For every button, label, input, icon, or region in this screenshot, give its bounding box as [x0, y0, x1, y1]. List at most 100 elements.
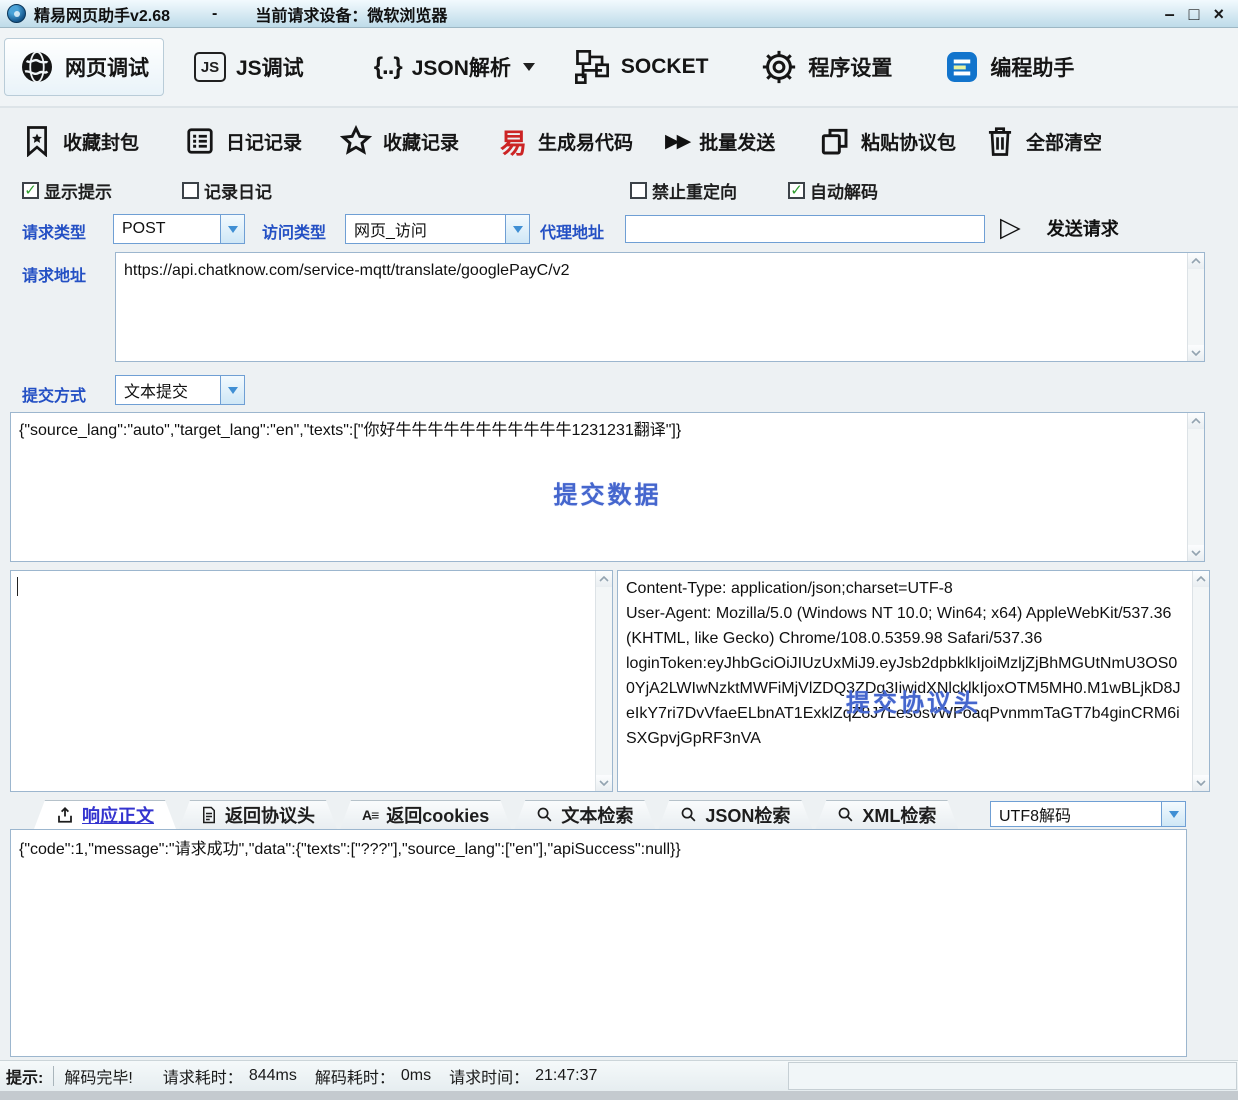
tab-socket-label: SOCKET: [621, 55, 709, 79]
tab-text-search-label: 文本检索: [561, 802, 633, 828]
log-diary-checkbox-icon[interactable]: [182, 182, 199, 199]
access-type-dropdown-icon[interactable]: [505, 215, 529, 243]
tip-label: 提示:: [6, 1064, 43, 1088]
no-redirect-checkbox-icon[interactable]: [630, 182, 647, 199]
response-body-text[interactable]: {"code":1,"message":"请求成功","data":{"text…: [11, 830, 1186, 870]
scroll-down-icon[interactable]: [1193, 775, 1209, 791]
clear-all-button[interactable]: 全部清空: [985, 118, 1102, 164]
dropdown-caret-icon[interactable]: [523, 63, 535, 71]
options-row: ✓ 显示提示 记录日记 禁止重定向 ✓ 自动解码: [0, 178, 1238, 204]
batch-send-button[interactable]: ▶▶ 批量发送: [665, 118, 775, 164]
decode-dropdown-icon[interactable]: [1161, 802, 1185, 826]
tab-xml-search[interactable]: XML检索: [815, 800, 958, 829]
request-headers-input[interactable]: Content-Type: application/json;charset=U…: [618, 571, 1192, 791]
paste-packet-button[interactable]: 粘贴协议包: [818, 118, 956, 164]
submit-data-scrollbar[interactable]: [1187, 413, 1204, 561]
decode-time-label: 解码耗时：: [315, 1064, 395, 1088]
socket-icon: [573, 48, 611, 86]
fav-record-button[interactable]: 收藏记录: [340, 118, 459, 164]
paste-icon: [818, 125, 850, 157]
left-panel-scrollbar[interactable]: [595, 571, 612, 791]
send-play-icon: ▷: [1000, 212, 1021, 243]
left-input-area[interactable]: [11, 571, 595, 791]
diary-log-button[interactable]: 日记记录: [185, 118, 302, 164]
maximize-button[interactable]: □: [1189, 5, 1200, 23]
tab-settings[interactable]: 程序设置: [746, 38, 906, 96]
tab-socket[interactable]: SOCKET: [559, 38, 723, 96]
app-window: 精易网页助手v2.68 - 当前请求设备：微软浏览器 – □ × 网页调试 JS…: [0, 0, 1238, 1100]
star-icon: [340, 125, 372, 157]
tab-return-cookies[interactable]: A≡ 返回cookies: [340, 800, 511, 829]
tab-return-headers[interactable]: 返回协议头: [179, 800, 337, 829]
response-body-box: {"code":1,"message":"请求成功","data":{"text…: [10, 829, 1187, 1057]
checkbox-show-tips[interactable]: ✓ 显示提示: [22, 178, 112, 203]
response-tab-bar: 响应正文 返回协议头 A≡ 返回cookies 文本检索: [10, 799, 1210, 829]
toolbar: 收藏封包 日记记录 收藏记录 易 生成易代码 ▶▶ 批量发送: [0, 112, 1238, 170]
status-divider: [53, 1066, 54, 1086]
scroll-down-icon[interactable]: [596, 775, 612, 791]
tab-js-debug-label: JS调试: [236, 52, 304, 82]
send-request-label: 发送请求: [1047, 215, 1119, 241]
list-icon: [185, 126, 215, 156]
tab-js-debug[interactable]: JS JS调试: [180, 38, 318, 96]
request-url-input[interactable]: https://api.chatknow.com/service-mqtt/tr…: [116, 253, 1187, 361]
submit-data-box: {"source_lang":"auto","target_lang":"en"…: [10, 412, 1205, 562]
request-type-value: POST: [114, 220, 220, 238]
request-type-select[interactable]: POST: [113, 214, 245, 244]
request-url-label: 请求地址: [22, 262, 86, 286]
show-tips-checkbox-icon[interactable]: ✓: [22, 182, 39, 199]
tab-coding-assistant[interactable]: 编程助手: [930, 38, 1088, 96]
tab-json-search[interactable]: JSON检索: [658, 800, 812, 829]
minimize-button[interactable]: –: [1165, 5, 1175, 23]
decode-mode-select[interactable]: UTF8解码: [990, 801, 1186, 827]
send-request-button[interactable]: ▷ 发送请求: [1000, 212, 1119, 243]
fav-packet-button[interactable]: 收藏封包: [22, 118, 139, 164]
submit-method-dropdown-icon[interactable]: [220, 376, 244, 404]
decode-mode-value: UTF8解码: [991, 802, 1161, 826]
titlebar: 精易网页助手v2.68 - 当前请求设备：微软浏览器 – □ ×: [0, 0, 1238, 28]
headers-scrollbar[interactable]: [1192, 571, 1209, 791]
text-caret: [17, 577, 18, 596]
tab-json-parse-label: JSON解析: [412, 52, 511, 82]
request-time-value: 844ms: [249, 1067, 297, 1085]
close-button[interactable]: ×: [1213, 5, 1224, 23]
request-clock-label: 请求时间：: [449, 1064, 529, 1088]
gen-ecode-label: 生成易代码: [538, 128, 633, 155]
submit-data-input[interactable]: {"source_lang":"auto","target_lang":"en"…: [11, 413, 1187, 561]
paste-packet-label: 粘贴协议包: [861, 128, 956, 155]
auto-decode-checkbox-icon[interactable]: ✓: [788, 182, 805, 199]
submit-method-select[interactable]: 文本提交: [115, 375, 245, 405]
gear-icon: [760, 48, 798, 86]
tab-web-debug[interactable]: 网页调试: [4, 38, 164, 96]
scroll-down-icon[interactable]: [1188, 345, 1204, 361]
request-type-label: 请求类型: [22, 219, 86, 243]
request-type-dropdown-icon[interactable]: [220, 215, 244, 243]
scroll-down-icon[interactable]: [1188, 545, 1204, 561]
gen-ecode-button[interactable]: 易 生成易代码: [500, 118, 633, 164]
status-bar: 提示: 解码完毕! 请求耗时： 844ms 解码耗时： 0ms 请求时间： 21…: [0, 1060, 1238, 1091]
checkbox-auto-decode[interactable]: ✓ 自动解码: [788, 178, 878, 203]
request-headers-box: Content-Type: application/json;charset=U…: [617, 570, 1210, 792]
scroll-up-icon[interactable]: [1188, 253, 1204, 269]
scroll-up-icon[interactable]: [596, 571, 612, 587]
main-tab-bar: 网页调试 JS JS调试 {..} JSON解析 SOCKET: [0, 28, 1238, 108]
log-diary-label: 记录日记: [204, 178, 272, 203]
proxy-label: 代理地址: [540, 219, 604, 243]
url-scrollbar[interactable]: [1187, 253, 1204, 361]
tab-json-parse[interactable]: {..} JSON解析: [360, 38, 549, 96]
fav-record-label: 收藏记录: [383, 128, 459, 155]
tab-text-search[interactable]: 文本检索: [514, 800, 655, 829]
tab-response-body[interactable]: 响应正文: [34, 800, 176, 829]
proxy-input[interactable]: [625, 215, 985, 243]
search-icon: [680, 806, 697, 823]
fav-packet-label: 收藏封包: [63, 128, 139, 155]
checkbox-no-redirect[interactable]: 禁止重定向: [630, 178, 737, 203]
checkbox-log-diary[interactable]: 记录日记: [182, 178, 272, 203]
access-type-select[interactable]: 网页_访问: [345, 214, 530, 244]
status-right-panel: [788, 1062, 1237, 1090]
tip-value: 解码完毕!: [64, 1064, 132, 1088]
diary-log-label: 日记记录: [226, 128, 302, 155]
scroll-up-icon[interactable]: [1188, 413, 1204, 429]
scroll-up-icon[interactable]: [1193, 571, 1209, 587]
document-icon: [201, 806, 217, 824]
